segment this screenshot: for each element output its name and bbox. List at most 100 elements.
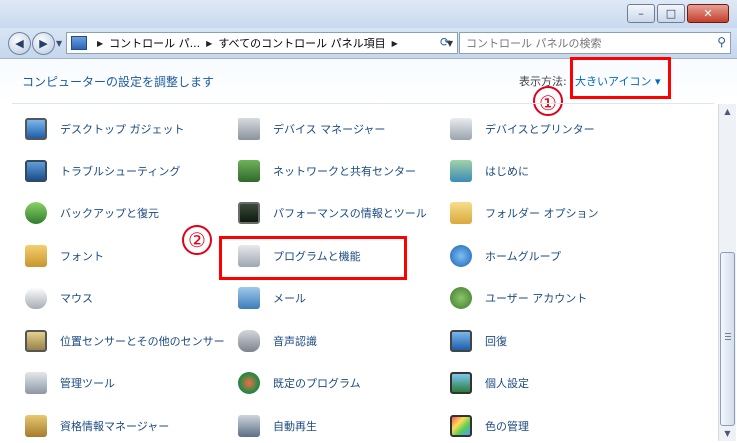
fonts-icon-glyph: [25, 245, 47, 267]
item-label: メール: [273, 292, 306, 305]
scroll-thumb[interactable]: [720, 252, 735, 426]
minimize-button[interactable]: –: [627, 4, 655, 23]
control-panel-item[interactable]: ユーザー アカウント: [447, 284, 587, 312]
performance-icon-glyph: [238, 202, 260, 224]
homegroup-icon-glyph: [450, 245, 472, 267]
recent-pages-dropdown[interactable]: ▼: [56, 39, 62, 48]
troubleshooting-icon: [22, 157, 50, 185]
breadcrumb-all-items[interactable]: すべてのコントロール パネル項目: [218, 35, 385, 51]
item-label: バックアップと復元: [60, 207, 159, 220]
control-panel-item[interactable]: 管理ツール: [22, 369, 115, 397]
device-manager-icon: [235, 115, 263, 143]
control-panel-item[interactable]: デスクトップ ガジェット: [22, 115, 185, 143]
control-panel-icon: [71, 36, 87, 50]
item-label: 資格情報マネージャー: [60, 420, 170, 433]
backup-restore-icon-glyph: [25, 202, 47, 224]
device-manager-icon-glyph: [238, 118, 260, 140]
annotation-number-2: ②: [182, 225, 212, 255]
item-label: フォント: [60, 250, 104, 263]
folder-options-icon-glyph: [450, 202, 472, 224]
personalization-icon: [447, 369, 475, 397]
highlight-box-view-by: [570, 57, 671, 99]
getting-started-icon: [447, 157, 475, 185]
scroll-down-icon[interactable]: ▼: [720, 426, 735, 441]
breadcrumb-separator-icon[interactable]: ▶: [392, 39, 398, 48]
item-label: フォルダー オプション: [485, 207, 599, 220]
back-button[interactable]: ◀: [8, 32, 31, 55]
item-label: トラブルシューティング: [60, 165, 181, 178]
control-panel-item[interactable]: 個人設定: [447, 369, 529, 397]
recovery-icon-glyph: [450, 330, 472, 352]
forward-button[interactable]: ▶: [32, 32, 55, 55]
breadcrumb-separator-icon[interactable]: ▶: [206, 39, 212, 48]
item-label: マウス: [60, 292, 93, 305]
highlight-box-programs: [219, 236, 407, 280]
credential-manager-icon-glyph: [25, 415, 47, 437]
control-panel-item[interactable]: フォルダー オプション: [447, 199, 599, 227]
control-panel-item[interactable]: ネットワークと共有センター: [235, 157, 416, 185]
maximize-button[interactable]: □: [657, 4, 685, 23]
refresh-icon[interactable]: ⟳: [436, 33, 454, 51]
location-sensors-icon: [22, 327, 50, 355]
control-panel-item[interactable]: 自動再生: [235, 412, 317, 440]
vertical-scrollbar[interactable]: ▲ ▼: [718, 104, 736, 441]
control-panel-item[interactable]: フォント: [22, 242, 104, 270]
address-bar[interactable]: ▶ コントロール パ... ▶ すべてのコントロール パネル項目 ▶ ▼: [66, 32, 458, 54]
control-panel-item[interactable]: 色の管理: [447, 412, 529, 440]
speech-recognition-icon-glyph: [238, 330, 260, 352]
autoplay-icon: [235, 412, 263, 440]
page-title: コンピューターの設定を調整します: [22, 75, 215, 89]
item-label: パフォーマンスの情報とツール: [273, 207, 427, 220]
control-panel-item[interactable]: マウス: [22, 284, 93, 312]
control-panel-item[interactable]: デバイス マネージャー: [235, 115, 385, 143]
control-panel-item[interactable]: 資格情報マネージャー: [22, 412, 169, 440]
credential-manager-icon: [22, 412, 50, 440]
item-label: 回復: [485, 335, 507, 348]
recovery-icon: [447, 327, 475, 355]
control-panel-item[interactable]: メール: [235, 284, 306, 312]
breadcrumb-control-panel[interactable]: コントロール パ...: [109, 35, 200, 51]
mail-icon-glyph: [238, 287, 260, 309]
admin-tools-icon-glyph: [25, 372, 47, 394]
control-panel-item[interactable]: 位置センサーとその他のセンサー: [22, 327, 225, 355]
mail-icon: [235, 284, 263, 312]
color-management-icon: [447, 412, 475, 440]
search-input[interactable]: [460, 35, 708, 51]
title-bar: – □ ✕: [0, 0, 737, 29]
control-panel-item[interactable]: トラブルシューティング: [22, 157, 180, 185]
backup-restore-icon: [22, 199, 50, 227]
control-panel-item[interactable]: 既定のプログラム: [235, 369, 361, 397]
item-label: ユーザー アカウント: [485, 292, 588, 305]
item-label: 色の管理: [485, 420, 529, 433]
item-label: 自動再生: [273, 420, 317, 433]
breadcrumb-separator-icon[interactable]: ▶: [97, 39, 103, 48]
mouse-icon: [22, 284, 50, 312]
network-sharing-icon: [235, 157, 263, 185]
control-panel-item[interactable]: 回復: [447, 327, 507, 355]
control-panel-item[interactable]: パフォーマンスの情報とツール: [235, 199, 427, 227]
control-panel-item[interactable]: 音声認識: [235, 327, 317, 355]
homegroup-icon: [447, 242, 475, 270]
item-label: デスクトップ ガジェット: [60, 123, 185, 136]
getting-started-icon-glyph: [450, 160, 472, 182]
control-panel-item[interactable]: はじめに: [447, 157, 529, 185]
devices-printers-icon-glyph: [450, 118, 472, 140]
navigation-bar: ◀ ▶ ▼ ▶ コントロール パ... ▶ すべてのコントロール パネル項目 ▶…: [0, 28, 737, 59]
item-label: 管理ツール: [60, 377, 115, 390]
search-icon[interactable]: ⚲: [717, 35, 726, 49]
control-panel-item[interactable]: バックアップと復元: [22, 199, 159, 227]
control-panel-item[interactable]: ホームグループ: [447, 242, 561, 270]
grip-icon: [725, 333, 731, 340]
control-panel-item[interactable]: デバイスとプリンター: [447, 115, 595, 143]
admin-tools-icon: [22, 369, 50, 397]
network-sharing-icon-glyph: [238, 160, 260, 182]
performance-icon: [235, 199, 263, 227]
window-controls: – □ ✕: [627, 4, 729, 23]
close-button[interactable]: ✕: [687, 4, 729, 23]
desktop-gadgets-icon: [22, 115, 50, 143]
desktop-gadgets-icon-glyph: [25, 118, 47, 140]
divider: [12, 103, 714, 104]
scroll-up-icon[interactable]: ▲: [720, 104, 735, 119]
annotation-number-1: ①: [533, 86, 563, 116]
item-label: 位置センサーとその他のセンサー: [60, 335, 225, 348]
